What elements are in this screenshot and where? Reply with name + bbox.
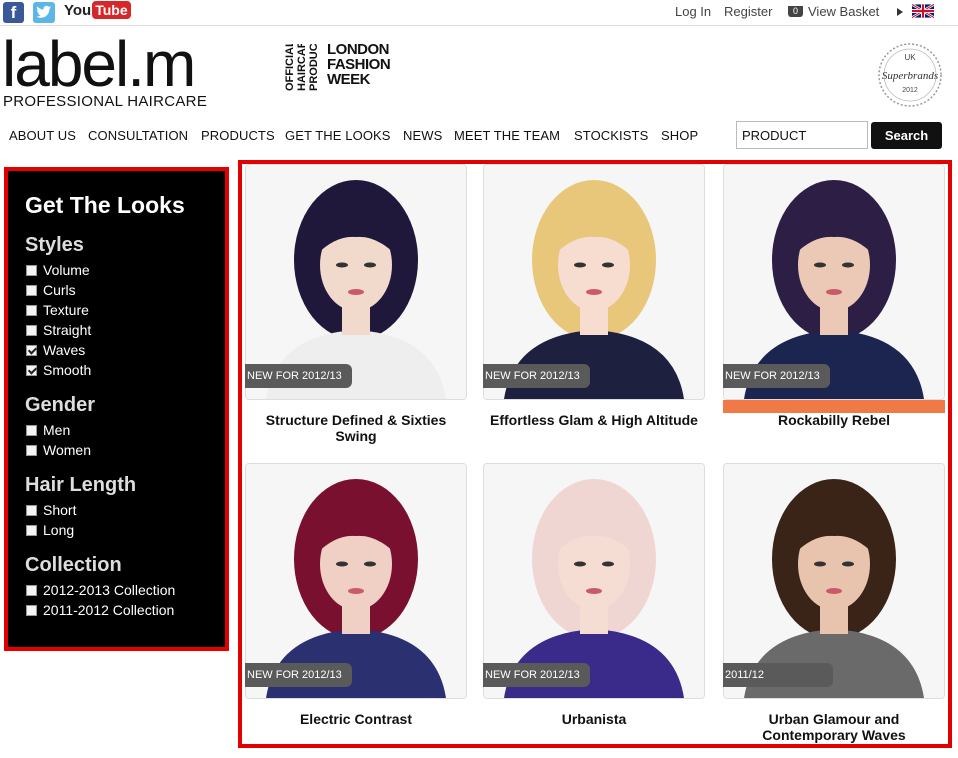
svg-text:2012: 2012 — [902, 87, 918, 94]
nav-get-the-looks[interactable]: GET THE LOOKS — [285, 128, 391, 143]
logo-tagline: PROFESSIONAL HAIRCARE — [3, 93, 208, 110]
look-title[interactable]: Effortless Glam & High Altitude — [483, 412, 705, 428]
filter-straight[interactable]: Straight — [26, 322, 91, 340]
filter-label: Curls — [43, 282, 76, 298]
superbrands-seal: UK Superbrands 2012 — [878, 43, 942, 107]
look-badge: NEW FOR 2012/13 — [245, 663, 352, 687]
basket-icon[interactable]: 0 — [788, 6, 803, 17]
look-title[interactable]: Electric Contrast — [245, 711, 467, 727]
login-link[interactable]: Log In — [675, 4, 711, 19]
london-fashion-week-logo: LONDON FASHION WEEK — [327, 42, 393, 87]
checkbox[interactable] — [26, 305, 37, 316]
youtube-you-text: You — [64, 1, 92, 19]
filter-group-gender: Gender — [25, 394, 96, 416]
youtube-tube-text: Tube — [92, 1, 131, 19]
filter-label: 2011-2012 Collection — [43, 602, 175, 618]
lfw-line: FASHION — [327, 56, 391, 73]
top-bar: f You Tube Log In Register 0 View Basket — [0, 0, 958, 26]
filter-label: Women — [43, 442, 91, 458]
twitter-icon[interactable] — [33, 2, 55, 23]
checkbox[interactable] — [26, 525, 37, 536]
filter-label: Straight — [43, 322, 92, 338]
filter-label: Texture — [43, 302, 89, 318]
nav-meet-the-team[interactable]: MEET THE TEAM — [454, 128, 560, 143]
view-basket-link[interactable]: View Basket — [808, 4, 879, 19]
filter-group-hair-length: Hair Length — [25, 474, 137, 496]
search-button[interactable]: Search — [871, 122, 942, 149]
filter-label: Smooth — [43, 362, 92, 378]
look-title[interactable]: Rockabilly Rebel — [723, 412, 945, 428]
filter-smooth[interactable]: Smooth — [26, 362, 91, 380]
look-badge: NEW FOR 2012/13 — [483, 663, 590, 687]
nav-shop[interactable]: SHOP — [661, 128, 698, 143]
filter-volume[interactable]: Volume — [26, 262, 90, 280]
filter-label: 2012-2013 Collection — [43, 582, 176, 598]
filter-curls[interactable]: Curls — [26, 282, 76, 300]
checkbox[interactable] — [26, 345, 37, 356]
svg-text:PRODUCT: PRODUCT — [308, 44, 320, 91]
svg-text:Superbrands: Superbrands — [882, 70, 938, 82]
filter-group-collection: Collection — [25, 554, 122, 576]
look-badge: NEW FOR 2012/13 — [245, 364, 352, 388]
nav-about-us[interactable]: ABOUT US — [9, 128, 76, 143]
checkbox[interactable] — [26, 325, 37, 336]
filter-texture[interactable]: Texture — [26, 302, 89, 320]
youtube-logo[interactable]: You Tube — [64, 1, 131, 23]
checkbox[interactable] — [26, 605, 37, 616]
filter-2012-2013[interactable]: 2012-2013 Collection — [26, 582, 175, 600]
nav-products[interactable]: PRODUCTS — [201, 128, 275, 143]
facebook-icon[interactable]: f — [3, 2, 24, 23]
look-badge: 2011/12 — [723, 663, 833, 687]
filter-short[interactable]: Short — [26, 502, 76, 520]
site-logo[interactable]: label.m — [2, 32, 196, 96]
checkbox[interactable] — [26, 365, 37, 376]
filter-label: Waves — [43, 342, 86, 358]
svg-text:HAIRCARE: HAIRCARE — [296, 44, 308, 91]
checkbox[interactable] — [26, 505, 37, 516]
filter-label: Volume — [43, 262, 90, 278]
official-haircare-product-badge: OFFICIAL HAIRCARE PRODUCT — [284, 44, 320, 91]
lfw-line: LONDON — [327, 41, 390, 58]
filter-label: Long — [43, 522, 75, 538]
nav-news[interactable]: NEWS — [403, 128, 442, 143]
search-input[interactable] — [736, 121, 868, 149]
look-badge: NEW FOR 2012/13 — [483, 364, 590, 388]
nav-consultation[interactable]: CONSULTATION — [88, 128, 188, 143]
look-title[interactable]: Structure Defined & Sixties Swing — [245, 412, 467, 444]
look-badge: NEW FOR 2012/13 — [723, 364, 830, 388]
svg-text:UK: UK — [904, 53, 916, 62]
filter-2011-2012[interactable]: 2011-2012 Collection — [26, 602, 174, 620]
filter-long[interactable]: Long — [26, 522, 74, 540]
svg-text:OFFICIAL: OFFICIAL — [284, 44, 296, 91]
checkbox[interactable] — [26, 425, 37, 436]
nav-stockists[interactable]: STOCKISTS — [574, 128, 648, 143]
checkbox[interactable] — [26, 265, 37, 276]
looks-grid: NEW FOR 2012/13 Structure Defined & Sixt… — [238, 160, 952, 748]
uk-flag-icon[interactable] — [912, 4, 934, 18]
checkbox[interactable] — [26, 585, 37, 596]
look-title[interactable]: Urbanista — [483, 711, 705, 727]
look-title[interactable]: Urban Glamour and Contemporary Waves — [723, 711, 945, 743]
filter-men[interactable]: Men — [26, 422, 70, 440]
filter-group-styles: Styles — [25, 234, 84, 256]
filter-women[interactable]: Women — [26, 442, 91, 460]
language-arrow-icon[interactable] — [897, 8, 903, 16]
filter-sidebar: Get The Looks Styles Volume Curls Textur… — [4, 167, 229, 651]
filter-label: Men — [43, 422, 71, 438]
lfw-line: WEEK — [327, 71, 371, 88]
register-link[interactable]: Register — [724, 4, 772, 19]
filter-label: Short — [43, 502, 77, 518]
checkbox[interactable] — [26, 445, 37, 456]
sidebar-title: Get The Looks — [25, 192, 185, 218]
checkbox[interactable] — [26, 285, 37, 296]
filter-waves[interactable]: Waves — [26, 342, 85, 360]
